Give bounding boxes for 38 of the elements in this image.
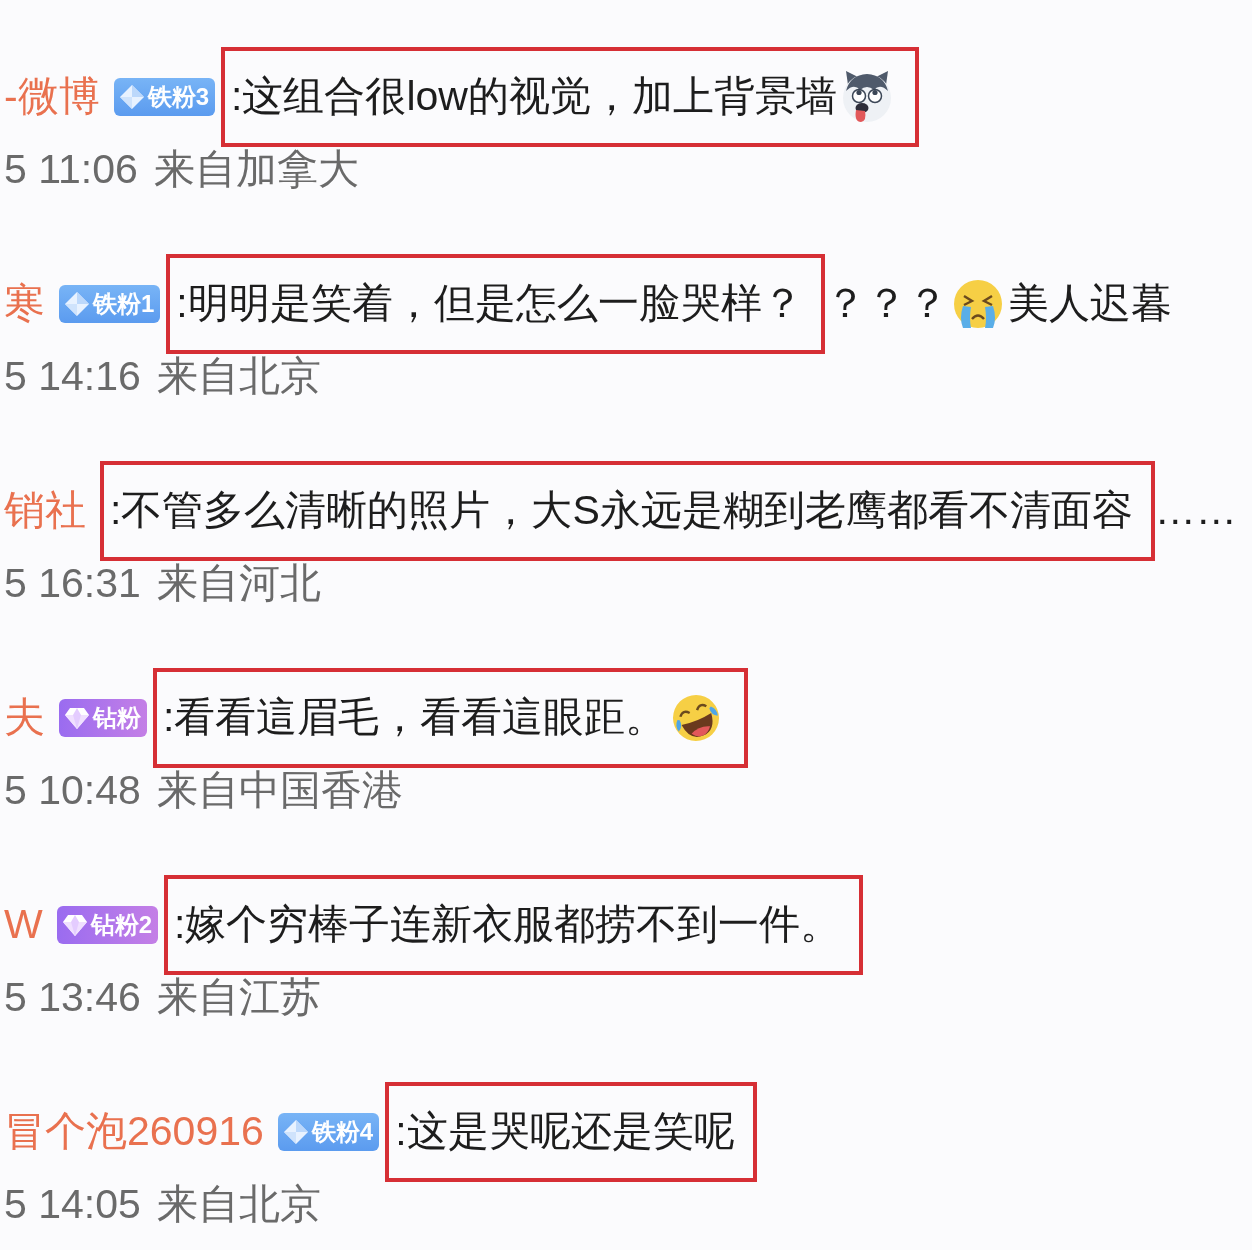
badge-text: 铁粉3 — [147, 85, 209, 109]
comment-text: 美人迟暮 — [1007, 279, 1172, 329]
username[interactable]: 销社 — [4, 486, 86, 536]
comment-location: 来自加拿大 — [153, 147, 359, 193]
comment-time: 5 16:31 — [4, 561, 141, 607]
comment-time: 5 11:06 — [4, 147, 138, 193]
comment-location: 来自北京 — [156, 354, 321, 400]
badge-text: 钻粉 — [93, 706, 141, 730]
comment-location: 来自中国香港 — [156, 768, 403, 814]
comment-time: 5 14:05 — [4, 1182, 141, 1228]
badge-text: 铁粉1 — [93, 292, 155, 316]
gem-icon — [64, 705, 90, 731]
gem-icon — [61, 912, 88, 938]
comment-text: :看看這眉毛，看看這眼距。 — [163, 693, 667, 743]
comment-time: 5 10:48 — [4, 768, 141, 814]
diamond-icon — [282, 1119, 309, 1145]
username[interactable]: 夫 — [4, 693, 45, 743]
comment-text: :这组合很low的视觉，加上背景墙 — [231, 72, 837, 122]
dog-face-icon — [840, 71, 893, 123]
comment-text: …… — [1154, 486, 1237, 536]
comment-location: 来自北京 — [156, 1182, 321, 1228]
diamond-icon — [64, 291, 90, 317]
username[interactable]: W — [4, 900, 43, 950]
username[interactable]: 冒个泡260916 — [4, 1107, 264, 1157]
comment-location: 来自河北 — [156, 561, 321, 607]
username[interactable]: -微博 — [4, 72, 100, 122]
badge-text: 钻粉2 — [90, 913, 153, 937]
diamond-icon — [118, 84, 145, 110]
comment-text: ？？？ — [824, 279, 948, 329]
comment-location: 来自江苏 — [156, 975, 321, 1021]
comment-text: :这是哭呢还是笑呢 — [395, 1107, 735, 1157]
comment-text: :不管多么清晰的照片，大S永远是糊到老鹰都看不清面容 — [110, 486, 1133, 536]
comment-text: :明明是笑着，但是怎么一脸哭样？ — [176, 279, 803, 329]
badge-text: 铁粉4 — [311, 1120, 374, 1144]
username[interactable]: 寒 — [4, 279, 45, 329]
comment-time: 5 14:16 — [4, 354, 141, 400]
comment-time: 5 13:46 — [4, 975, 141, 1021]
comment-text: :嫁个穷棒子连新衣服都捞不到一件。 — [174, 900, 842, 950]
